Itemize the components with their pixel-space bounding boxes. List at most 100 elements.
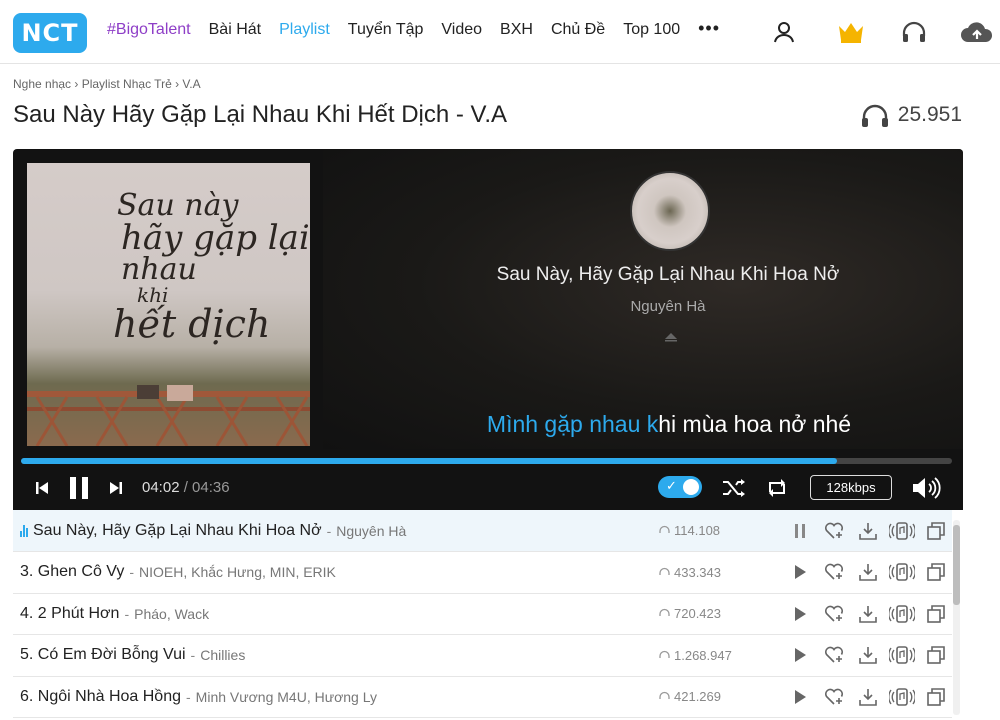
- lyric-sung-part: Mình gặp nhau k: [486, 411, 659, 437]
- ringtone-icon[interactable]: [885, 604, 919, 624]
- add-to-playlist-icon[interactable]: [919, 646, 953, 664]
- pause-button[interactable]: [66, 475, 92, 501]
- nav-tuyen-tap[interactable]: Tuyển Tập: [348, 21, 424, 39]
- play-count: 720.423: [659, 606, 721, 621]
- nav-bigotalent[interactable]: #BigoTalent: [107, 21, 191, 39]
- separator: -: [186, 688, 191, 705]
- song-row[interactable]: Sau Này, Hãy Gặp Lại Nhau Khi Hoa Nở - Ngu…: [13, 510, 952, 552]
- separator: -: [190, 647, 196, 663]
- play-icon[interactable]: [783, 564, 817, 580]
- song-name[interactable]: 2 Phút Hơn: [38, 605, 120, 623]
- add-to-playlist-icon[interactable]: [919, 521, 953, 540]
- nav-bai-hat[interactable]: Bài Hát: [209, 21, 261, 39]
- main-nav: #BigoTalent Bài Hát Playlist Tuyển Tập V…: [107, 18, 738, 39]
- ringtone-icon[interactable]: [885, 562, 919, 582]
- song-actions: [783, 645, 953, 665]
- song-artists[interactable]: Minh Vương M4U, Hương Ly: [196, 689, 377, 705]
- quality-selector[interactable]: 128kbps: [810, 475, 892, 500]
- song-artists[interactable]: Nguyên Hà: [336, 523, 406, 539]
- play-icon[interactable]: [783, 647, 817, 663]
- user-icon[interactable]: [770, 18, 798, 46]
- add-favorite-icon[interactable]: [817, 522, 851, 540]
- song-row[interactable]: 4. 2 Phút Hơn - Pháo, Wack 720.423: [13, 593, 952, 635]
- page-title: Sau Này Hãy Gặp Lại Nhau Khi Hết Dịch - …: [13, 101, 508, 128]
- add-favorite-icon[interactable]: [817, 563, 851, 581]
- autoplay-toggle[interactable]: ✓: [658, 476, 702, 498]
- song-row[interactable]: 6. Ngôi Nhà Hoa Hồng - Minh Vương M4U, Hươ…: [13, 676, 952, 718]
- song-artists[interactable]: Pháo, Wack: [134, 606, 209, 622]
- next-button[interactable]: [107, 479, 125, 497]
- nav-top-100[interactable]: Top 100: [623, 21, 680, 39]
- song-name[interactable]: Có Em Đời Bỗng Vui: [38, 646, 186, 664]
- song-artists[interactable]: NIOEH, Khắc Hưng, MIN, ERIK: [139, 564, 336, 580]
- nav-bxh[interactable]: BXH: [500, 21, 533, 39]
- play-count-value: 1.268.947: [674, 647, 732, 663]
- song-row[interactable]: 3. Ghen Cô Vy - NIOEH, Khắc Hưng, MIN, ERI…: [13, 552, 952, 594]
- crown-icon[interactable]: [837, 18, 865, 46]
- song-artists[interactable]: Chillies: [200, 647, 245, 663]
- separator: -: [326, 522, 332, 539]
- pause-icon[interactable]: [783, 523, 817, 539]
- separator: -: [124, 605, 130, 622]
- list-scrollbar[interactable]: [953, 520, 960, 715]
- current-song-artist[interactable]: Nguyên Hà: [323, 298, 963, 315]
- download-icon[interactable]: [851, 563, 885, 581]
- progress-bar[interactable]: [21, 458, 952, 464]
- ringtone-icon[interactable]: [885, 687, 919, 707]
- repeat-icon: [769, 479, 785, 497]
- ringtone-icon[interactable]: [885, 521, 919, 541]
- play-count: 433.343: [659, 565, 721, 580]
- song-name[interactable]: Ghen Cô Vy: [38, 563, 125, 581]
- play-count-value: 421.269: [674, 689, 721, 704]
- song-index: 3.: [20, 563, 34, 580]
- add-to-playlist-icon[interactable]: [919, 604, 953, 623]
- bridge-illustration: [27, 385, 310, 446]
- song-name[interactable]: Ngôi Nhà Hoa Hồng: [38, 688, 181, 706]
- download-icon[interactable]: [851, 522, 885, 540]
- song-index: 4.: [20, 604, 34, 622]
- add-favorite-icon[interactable]: [817, 688, 851, 706]
- nct-logo[interactable]: NCT: [13, 13, 87, 53]
- progress-fill: [21, 458, 837, 464]
- cover-line: Sau này: [117, 188, 239, 223]
- cover-line: hãy gặp lại: [121, 218, 310, 258]
- play-count: 421.269: [659, 689, 721, 704]
- breadcrumb[interactable]: Nghe nhạc › Playlist Nhạc Trẻ › V.A: [13, 77, 201, 91]
- nav-playlist[interactable]: Playlist: [279, 21, 330, 39]
- add-favorite-icon[interactable]: [817, 605, 851, 623]
- current-time: 04:02: [142, 479, 180, 496]
- player-controls: 04:02 / 04:36 ✓ 128kbps: [13, 467, 963, 510]
- previous-button[interactable]: [33, 479, 51, 497]
- check-icon: ✓: [666, 478, 677, 493]
- expand-lyric-icon[interactable]: [664, 332, 678, 342]
- more-menu-icon[interactable]: •••: [698, 18, 720, 39]
- nav-chu-de[interactable]: Chủ Đề: [551, 21, 605, 39]
- play-icon[interactable]: [783, 606, 817, 622]
- song-thumbnail-disc: [630, 171, 710, 251]
- song-name[interactable]: Sau Này, Hãy Gặp Lại Nhau Khi Hoa Nở: [33, 522, 322, 540]
- play-icon[interactable]: [783, 689, 817, 705]
- ringtone-icon[interactable]: [885, 645, 919, 665]
- volume-button[interactable]: [911, 475, 943, 501]
- headphones-icon[interactable]: [900, 18, 928, 46]
- download-icon[interactable]: [851, 605, 885, 623]
- scrollbar-thumb[interactable]: [953, 525, 960, 605]
- cloud-upload-icon[interactable]: [960, 18, 994, 46]
- playback-time: 04:02 / 04:36: [142, 479, 230, 496]
- repeat-button[interactable]: [764, 475, 790, 501]
- shuffle-icon: [723, 479, 745, 497]
- separator: -: [129, 564, 135, 580]
- song-row[interactable]: 5. Có Em Đời Bỗng Vui - Chillies 1.268.947: [13, 635, 952, 677]
- download-icon[interactable]: [851, 688, 885, 706]
- cover-line: hết dịch: [113, 302, 271, 346]
- song-actions: [783, 687, 953, 707]
- shuffle-button[interactable]: [721, 475, 747, 501]
- add-to-playlist-icon[interactable]: [919, 687, 953, 706]
- add-favorite-icon[interactable]: [817, 646, 851, 664]
- headphones-icon: [659, 648, 670, 663]
- headphones-icon: [659, 565, 670, 580]
- nav-video[interactable]: Video: [441, 21, 482, 39]
- add-to-playlist-icon[interactable]: [919, 563, 953, 581]
- headphones-icon: [659, 689, 670, 704]
- download-icon[interactable]: [851, 646, 885, 664]
